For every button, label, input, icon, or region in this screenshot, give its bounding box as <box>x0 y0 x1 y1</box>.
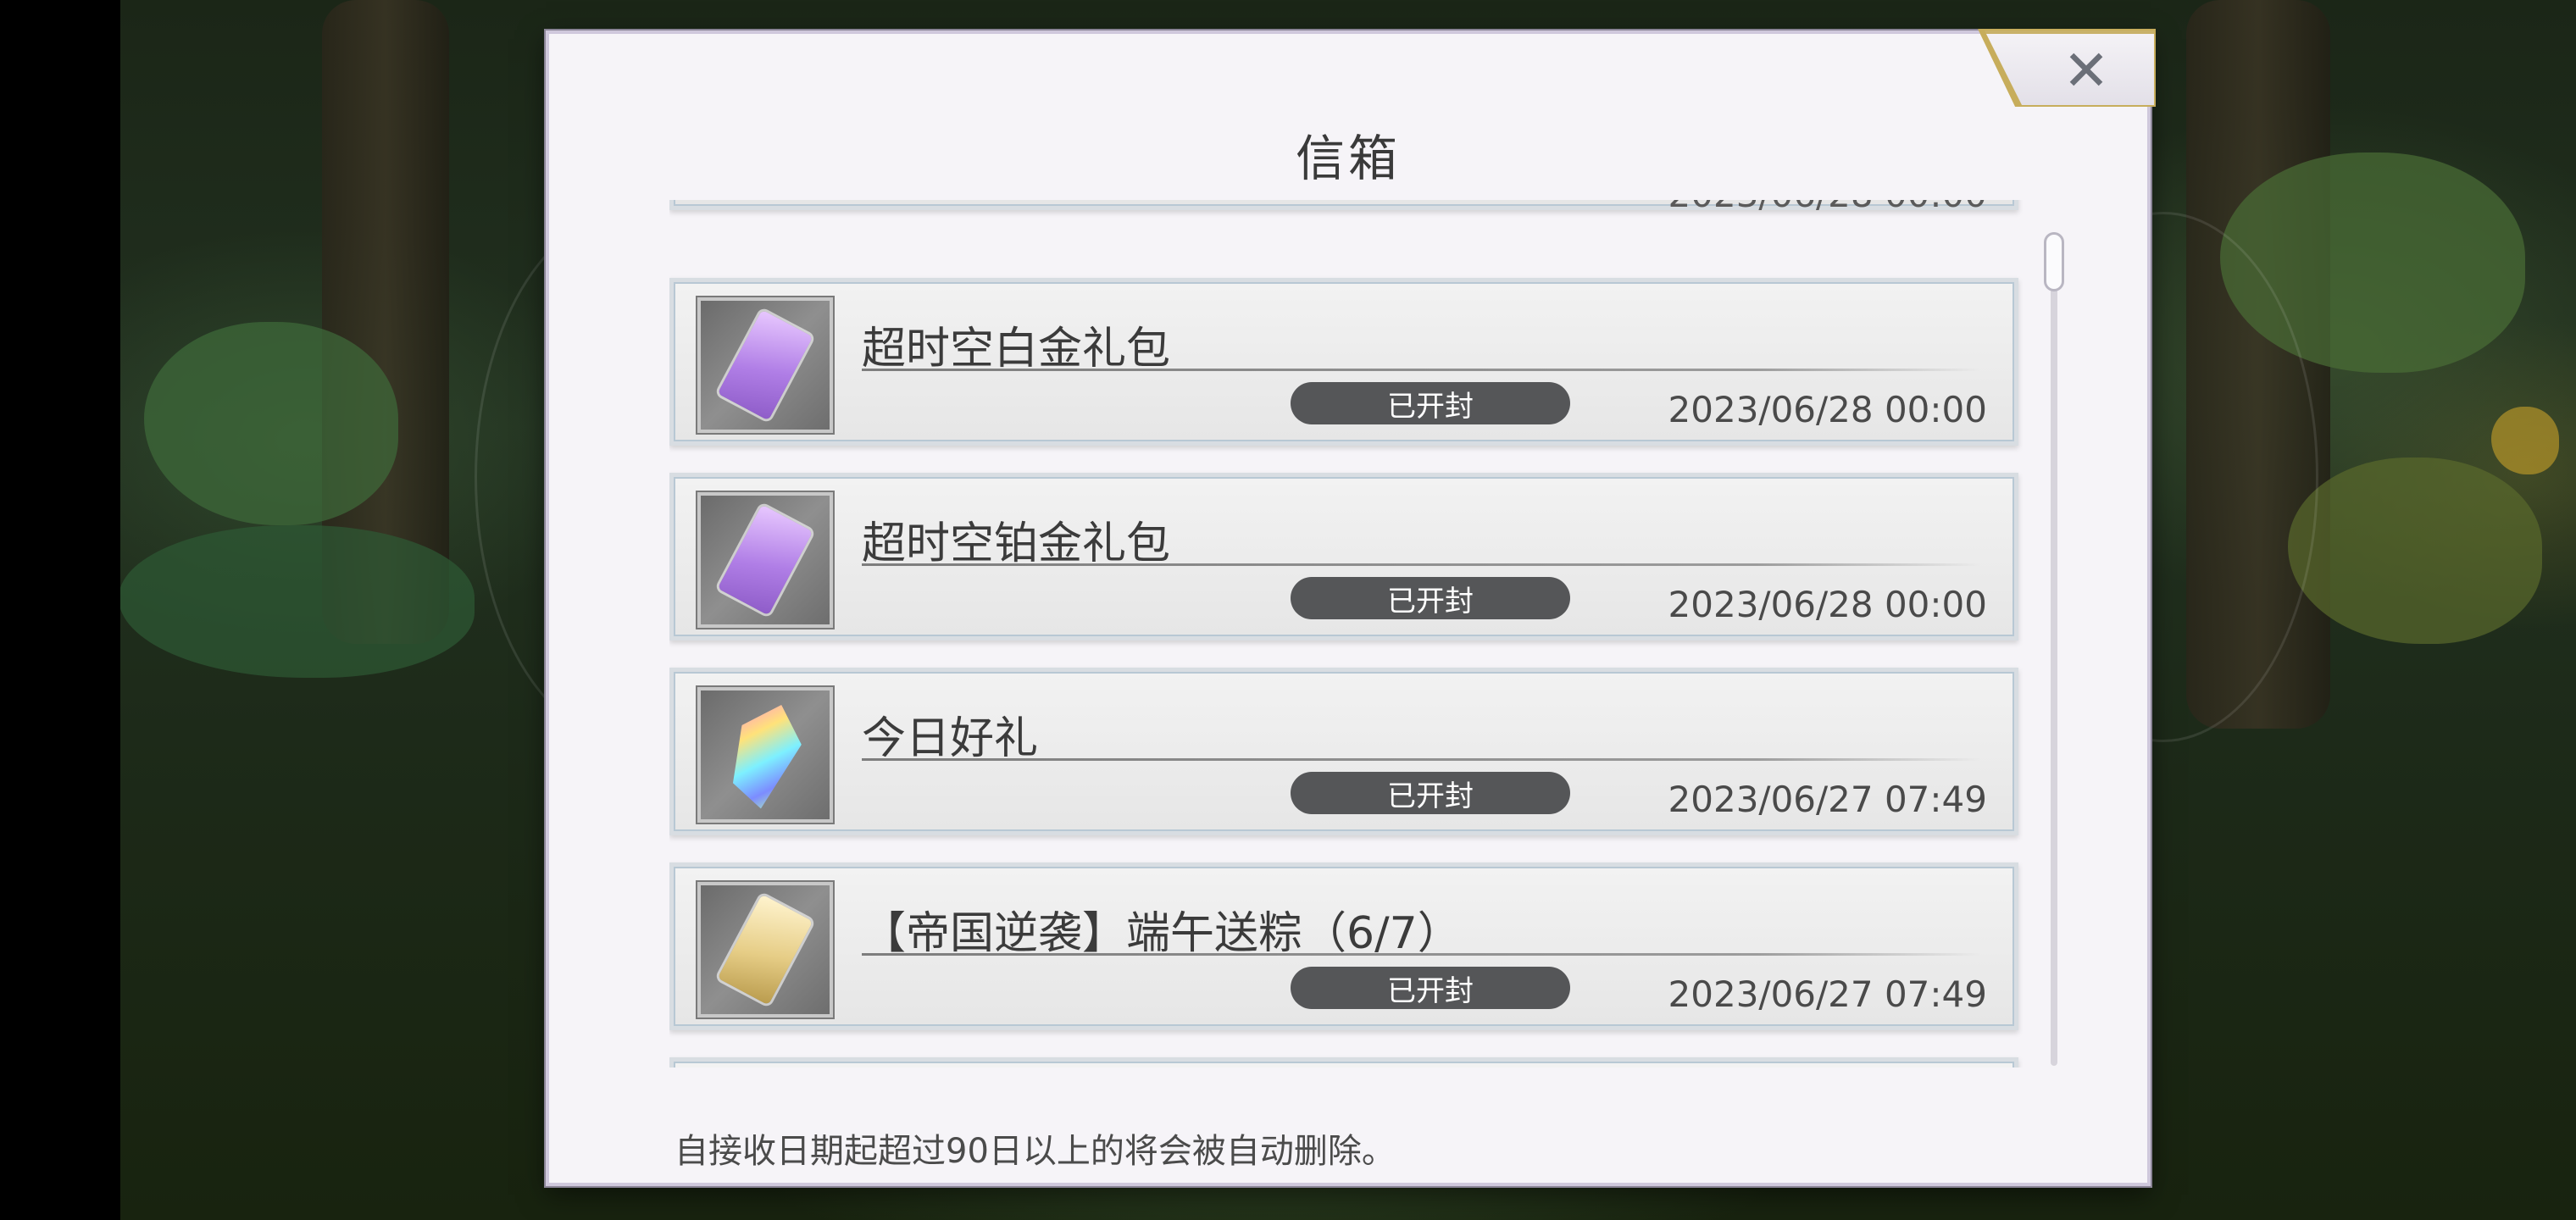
foliage <box>144 322 398 525</box>
purple-ticket-icon <box>717 504 813 616</box>
rainbow-crystal-icon <box>719 696 812 815</box>
mail-item[interactable]: 超时空白金礼包 已开封 2023/06/28 00:00 <box>669 278 2018 446</box>
title-divider <box>862 953 1980 956</box>
mail-date: 2023/06/28 00:00 <box>1668 389 1987 430</box>
title-divider <box>862 563 1980 566</box>
purple-ticket-icon <box>717 309 813 421</box>
mail-title: 超时空白金礼包 <box>862 324 1171 374</box>
mail-title: 超时空铂金礼包 <box>862 518 1171 569</box>
mail-date: 2023/06/27 07:49 <box>1668 779 1987 820</box>
mail-item-partial-top[interactable]: 2023/06/28 00:00 <box>669 200 2018 215</box>
mail-item[interactable]: 超时空铂金礼包 已开封 2023/06/28 00:00 <box>669 473 2018 640</box>
mail-item-partial-bottom[interactable] <box>669 1057 2018 1068</box>
mailbox-dialog: ✕ 信箱 2023/06/28 00:00 超时空白金礼包 已开封 2023/0… <box>546 29 2156 1186</box>
title-divider <box>862 369 1980 371</box>
item-frame <box>697 492 833 628</box>
scrollbar-track[interactable] <box>2051 232 2057 1066</box>
mail-title: 【帝国逆袭】端午送粽（6/7） <box>862 908 1462 959</box>
mail-date: 2023/06/28 00:00 <box>1668 584 1987 625</box>
title-divider <box>862 758 1980 761</box>
opened-status-badge: 已开封 <box>1291 772 1570 814</box>
mail-title: 今日好礼 <box>862 713 1039 764</box>
mail-list[interactable]: 2023/06/28 00:00 超时空白金礼包 已开封 2023/06/28 … <box>669 200 2025 1068</box>
auto-delete-note: 自接收日期起超过90日以上的将会被自动删除。 <box>675 1132 1396 1171</box>
opened-status-badge: 已开封 <box>1291 382 1570 424</box>
item-frame <box>697 687 833 823</box>
mail-date: 2023/06/27 07:49 <box>1668 973 1987 1015</box>
mail-item[interactable]: 【帝国逆袭】端午送粽（6/7） 已开封 2023/06/27 07:49 <box>669 862 2018 1030</box>
close-icon[interactable]: ✕ <box>2046 38 2127 103</box>
mail-date: 2023/06/28 00:00 <box>1668 200 1987 215</box>
gold-ticket-icon <box>717 894 813 1006</box>
foliage <box>119 525 475 678</box>
scrollbar-thumb[interactable] <box>2044 232 2064 291</box>
mail-item[interactable]: 今日好礼 已开封 2023/06/27 07:49 <box>669 668 2018 835</box>
letterbox-bar <box>0 0 120 1220</box>
item-frame <box>697 297 833 433</box>
opened-status-badge: 已开封 <box>1291 967 1570 1009</box>
item-frame <box>697 882 833 1018</box>
dialog-title: 信箱 <box>1295 130 1401 187</box>
opened-status-badge: 已开封 <box>1291 577 1570 619</box>
glow-fruit <box>2491 407 2559 474</box>
